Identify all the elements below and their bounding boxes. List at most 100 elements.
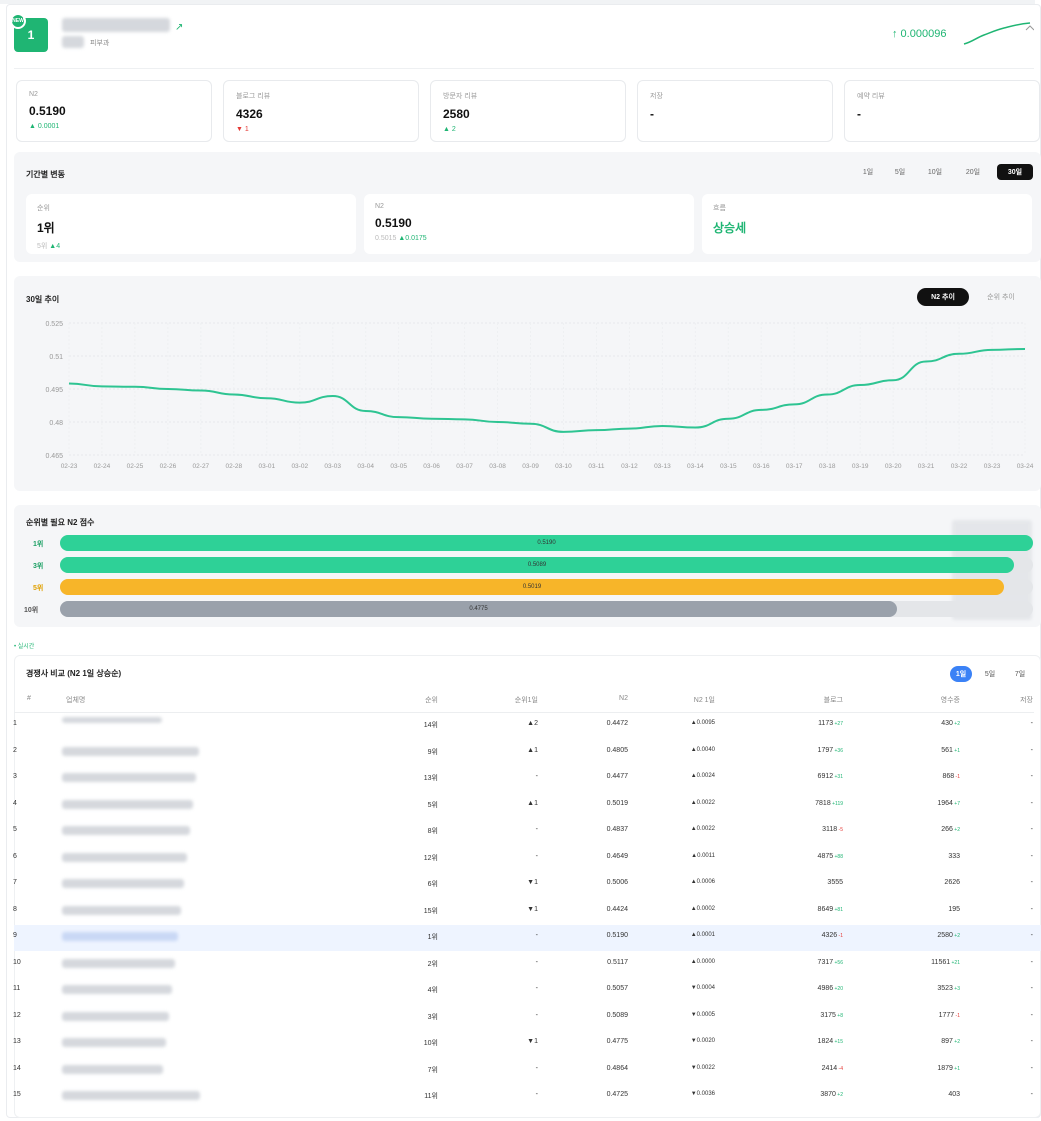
y-tick-label: 0.465	[45, 453, 63, 460]
row-blog-delta: +31	[833, 774, 844, 780]
row-blog-count: 3118	[822, 826, 838, 833]
row-rank-change: -	[535, 932, 538, 939]
competitor-tab-0[interactable]: 1일	[950, 666, 972, 682]
table-row[interactable]: 7 6위 ▼1 0.5006 ▲0.0006 3555 2626 -	[13, 872, 1041, 898]
row-rank: 8위	[427, 828, 438, 835]
row-number: 9	[13, 932, 17, 939]
row-receipt-count: 195	[948, 905, 960, 913]
sparkline	[963, 22, 1034, 45]
x-tick-label: 03-14	[687, 463, 704, 470]
table-row[interactable]: 15 11위 - 0.4725 ▼0.0036 3870 +2 403 -	[13, 1084, 1041, 1110]
row-blog: 2414 -4	[790, 1065, 843, 1072]
row-receipt-delta: +2	[952, 721, 960, 727]
row-n2-change: ▲0.0040	[690, 746, 715, 753]
x-tick-label: 02-25	[127, 463, 144, 470]
row-receipt: 1879 +1	[905, 1065, 960, 1072]
row-receipt-delta: +2	[952, 933, 960, 939]
row-receipt-delta: +21	[950, 959, 961, 966]
row-rank: 10위	[423, 1040, 438, 1047]
bar-track: 0.5089	[60, 557, 1033, 573]
period-option-3[interactable]: 20일	[960, 164, 986, 180]
table-row[interactable]: 5 8위 - 0.4837 ▲0.0022 3118 -5 266 +2 -	[13, 819, 1041, 845]
kpi-value: -	[857, 107, 861, 121]
row-receipt-delta: -1	[954, 774, 960, 780]
kpi-value: 2580	[443, 107, 470, 121]
row-blog-delta: +56	[833, 959, 844, 966]
period-option-2[interactable]: 10일	[922, 164, 948, 180]
bar-label-1: 3위	[33, 563, 44, 570]
competitor-tab-1[interactable]: 5일	[979, 666, 1001, 682]
row-save: -	[1030, 852, 1033, 860]
row-save: -	[1030, 905, 1033, 913]
row-blog-delta: +81	[833, 906, 844, 913]
place-name-blurred	[62, 18, 170, 32]
row-rank: 2위	[427, 960, 438, 968]
row-n2: 0.4477	[606, 773, 628, 780]
period-card-value: 0.5190	[375, 216, 412, 230]
table-row[interactable]: 9 1위 - 0.5190 ▲0.0001 4326 -1 2580 +2 -	[13, 925, 1041, 951]
row-receipt: 868 -1	[905, 773, 960, 780]
trend-tab-0[interactable]: N2 추이	[917, 288, 969, 306]
row-receipt-count: 1879	[937, 1064, 953, 1072]
table-row[interactable]: 4 5위 ▲1 0.5019 ▲0.0022 7818 +119 1964 +7 -	[13, 793, 1041, 819]
row-blog-delta: +20	[833, 986, 844, 992]
period-card-label: N2	[375, 203, 384, 210]
kpi-value: 4326	[236, 107, 263, 121]
table-row[interactable]: 10 2위 - 0.5117 ▲0.0000 7317 +56 11561 +21 -	[13, 952, 1041, 978]
column-header: 순위	[425, 697, 438, 704]
row-rank: 5위	[427, 801, 438, 809]
place-name-blurred	[62, 879, 184, 888]
row-receipt: 561 +1	[905, 747, 960, 754]
table-row[interactable]: 14 7위 - 0.4864 ▼0.0022 2414 -4 1879 +1 -	[13, 1058, 1041, 1084]
table-row[interactable]: 11 4위 - 0.5057 ▼0.0004 4986 +20 3523 +3 -	[13, 978, 1041, 1004]
row-rank-change: ▲2	[527, 720, 538, 727]
table-row[interactable]: 12 3위 - 0.5089 ▼0.0005 3175 +8 1777 -1 -	[13, 1005, 1041, 1031]
row-n2: 0.5190	[606, 932, 628, 939]
realtime-link[interactable]: • 실시간	[14, 641, 34, 650]
bar-label-0: 1위	[33, 541, 44, 548]
row-receipt-count: 266	[941, 826, 953, 833]
external-link-icon[interactable]: ↗	[175, 22, 183, 33]
row-blog: 1173 +27	[790, 720, 843, 727]
kpi-card: N2 0.5190 ▲ 0.0001	[16, 80, 212, 142]
place-thumb-blurred	[62, 36, 84, 48]
trend-tab-1[interactable]: 순위 추이	[974, 288, 1028, 306]
row-blog-count: 8649	[817, 905, 834, 913]
chevron-up-icon[interactable]	[1025, 25, 1034, 31]
row-rank-change: -	[535, 1011, 538, 1019]
competitor-tab-2[interactable]: 7일	[1009, 666, 1031, 682]
row-n2-change: ▲0.0006	[690, 879, 715, 885]
row-rank: 1위	[427, 934, 438, 941]
row-n2: 0.4864	[606, 1064, 628, 1072]
table-row[interactable]: 1 14위 ▲2 0.4472 ▲0.0095 1173 +27 430 +2 -	[13, 713, 1041, 739]
table-row[interactable]: 3 13위 - 0.4477 ▲0.0024 6912 +31 868 -1 -	[13, 766, 1041, 792]
place-name-blurred	[62, 985, 172, 994]
row-blog: 7818 +119	[790, 800, 843, 807]
row-receipt: 2580 +2	[905, 932, 960, 939]
period-title: 기간별 변동	[26, 170, 66, 179]
required-title: 순위별 필요 N2 점수	[26, 518, 95, 527]
x-tick-label: 03-16	[753, 463, 770, 470]
period-option-4[interactable]: 30일	[997, 164, 1033, 180]
period-option-0[interactable]: 1일	[855, 164, 881, 180]
row-n2: 0.5006	[606, 879, 628, 886]
table-row[interactable]: 13 10위 ▼1 0.4775 ▼0.0020 1824 +15 897 +2 -	[13, 1031, 1041, 1057]
row-rank-change: -	[535, 985, 538, 992]
row-n2: 0.5019	[606, 799, 628, 807]
row-rank-change: ▲1	[527, 799, 538, 807]
table-row[interactable]: 8 15위 ▼1 0.4424 ▲0.0002 8649 +81 195 -	[13, 899, 1041, 925]
rank-number: 1	[27, 28, 35, 42]
row-n2-change: ▲0.0000	[690, 958, 715, 965]
row-receipt-count: 2580	[937, 932, 953, 939]
place-name-blurred	[62, 717, 162, 723]
row-receipt: 403	[905, 1091, 960, 1098]
x-tick-label: 03-08	[489, 463, 506, 470]
x-tick-label: 03-23	[984, 463, 1001, 470]
table-row[interactable]: 6 12위 - 0.4649 ▲0.0011 4875 +88 333 -	[13, 846, 1041, 872]
row-rank-change: -	[535, 773, 538, 780]
row-rank: 11위	[424, 1093, 438, 1100]
row-rank-change: -	[535, 958, 538, 966]
row-receipt: 897 +2	[905, 1038, 960, 1045]
period-option-1[interactable]: 5일	[887, 164, 913, 180]
table-row[interactable]: 2 9위 ▲1 0.4805 ▲0.0040 1797 +36 561 +1 -	[13, 740, 1041, 766]
